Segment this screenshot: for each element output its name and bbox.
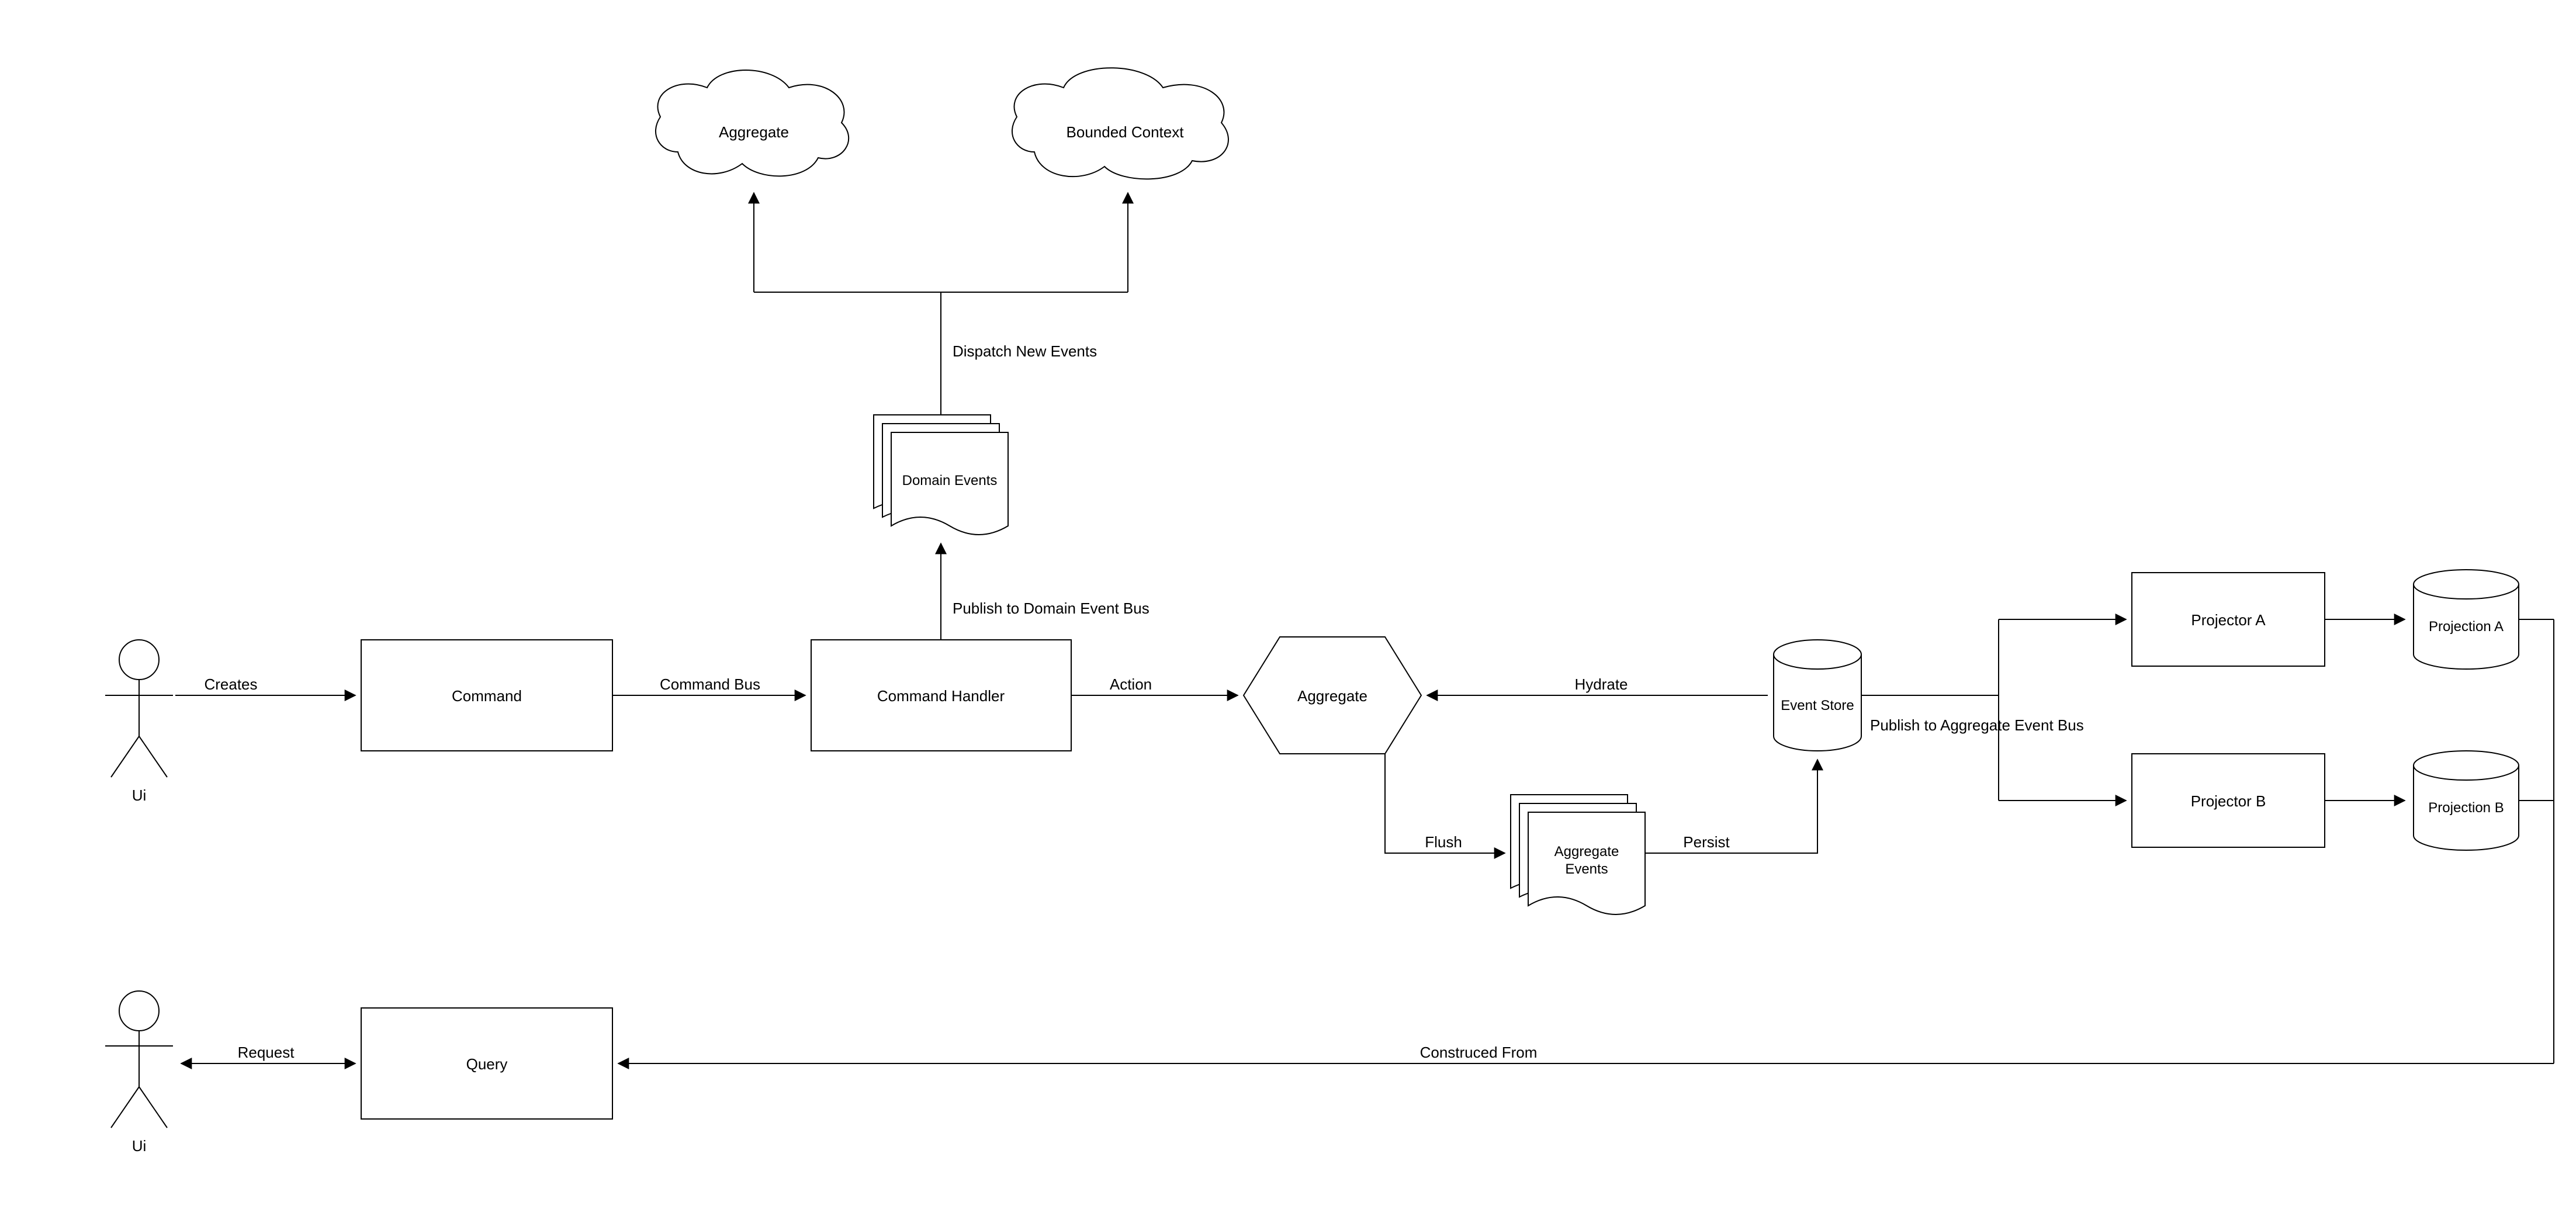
- node-projector-b: Projector B: [2132, 754, 2325, 847]
- node-aggregate: Aggregate: [1244, 637, 1421, 754]
- node-query-label: Query: [466, 1055, 508, 1073]
- node-event-store: Event Store: [1774, 640, 1861, 751]
- edge-dispatch-new-label: Dispatch New Events: [953, 342, 1097, 360]
- node-bounded-context-cloud: Bounded Context: [1012, 68, 1228, 179]
- node-projector-a-label: Projector A: [2191, 611, 2266, 629]
- node-domain-events-label: Domain Events: [902, 473, 998, 488]
- edge-hydrate-label: Hydrate: [1574, 675, 1628, 693]
- node-event-store-label: Event Store: [1781, 698, 1854, 713]
- node-projector-a: Projector A: [2132, 573, 2325, 666]
- edge-hydrate: Hydrate: [1427, 675, 1768, 695]
- node-aggregate-events-label2: Events: [1565, 861, 1608, 877]
- node-aggregate-cloud: Aggregate: [656, 70, 849, 176]
- node-projection-b: Projection B: [2414, 751, 2519, 850]
- node-aggregate-cloud-label: Aggregate: [719, 123, 789, 141]
- node-projector-b-label: Projector B: [2191, 792, 2266, 810]
- edge-creates: Creates: [175, 675, 355, 695]
- edge-flush-label: Flush: [1425, 833, 1462, 851]
- node-projection-a-label: Projection A: [2429, 619, 2504, 635]
- node-aggregate-label: Aggregate: [1297, 687, 1367, 705]
- edge-action: Action: [1071, 675, 1238, 695]
- node-aggregate-events-label1: Aggregate: [1554, 844, 1619, 860]
- node-bounded-context-label: Bounded Context: [1067, 123, 1185, 141]
- diagram-canvas: Ui Creates Command Command Bus Command H…: [0, 0, 2576, 1227]
- edge-request-label: Request: [238, 1044, 295, 1061]
- node-command-handler-label: Command Handler: [877, 687, 1005, 705]
- edge-request: Request: [181, 1044, 355, 1063]
- actor-ui-top-label: Ui: [132, 786, 147, 804]
- edge-constructed-from-label: Construced From: [1420, 1044, 1538, 1061]
- edge-command-bus-label: Command Bus: [660, 675, 760, 693]
- edge-persist: Persist: [1645, 760, 1817, 853]
- edge-publish-domain-label: Publish to Domain Event Bus: [953, 600, 1149, 617]
- node-query: Query: [361, 1008, 612, 1119]
- edge-action-label: Action: [1110, 675, 1152, 693]
- actor-ui-top: Ui: [105, 640, 173, 804]
- node-projection-b-label: Projection B: [2428, 800, 2504, 816]
- edge-flush: Flush: [1385, 754, 1505, 853]
- node-domain-events: Domain Events: [874, 415, 1008, 535]
- node-projection-a: Projection A: [2414, 570, 2519, 669]
- edge-command-bus: Command Bus: [612, 675, 805, 695]
- node-command: Command: [361, 640, 612, 751]
- edge-publish-aggregate-label: Publish to Aggregate Event Bus: [1870, 716, 2084, 734]
- node-command-label: Command: [452, 687, 522, 705]
- edge-publish-domain: Publish to Domain Event Bus: [941, 543, 1149, 640]
- actor-ui-bottom-label: Ui: [132, 1137, 147, 1155]
- node-command-handler: Command Handler: [811, 640, 1071, 751]
- node-aggregate-events: Aggregate Events: [1511, 795, 1645, 914]
- edge-persist-label: Persist: [1683, 833, 1730, 851]
- edge-creates-label: Creates: [204, 675, 257, 693]
- edge-dispatch-new: Dispatch New Events: [754, 193, 1128, 415]
- edge-publish-aggregate: Publish to Aggregate Event Bus: [1861, 619, 2126, 801]
- actor-ui-bottom: Ui: [105, 991, 173, 1155]
